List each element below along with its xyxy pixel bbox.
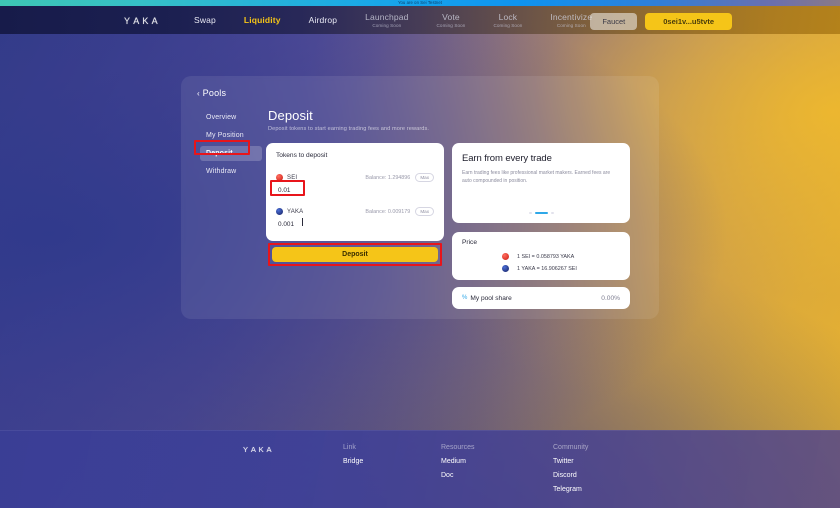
- footer-heading-resources: Resources: [441, 444, 475, 451]
- logo-letter-4: A: [151, 16, 160, 26]
- nav-label-vote: Vote: [442, 12, 460, 22]
- price-row-sei: 1 SEI = 0.058793 YAKA: [502, 253, 574, 260]
- announcement-text: You are on Sei Testnet: [397, 0, 443, 5]
- amount-input-yaka[interactable]: [278, 221, 348, 228]
- top-navigation-bar: Y A K A Swap Liquidity Airdrop Launchpad…: [0, 6, 840, 34]
- footer-logo-letter-2: A: [250, 445, 258, 454]
- nav-label-launchpad: Launchpad: [365, 12, 409, 22]
- token-row-sei: SEI Balance: 1.294896 Max: [276, 173, 434, 182]
- sei-token-icon-price: [502, 253, 509, 260]
- announcement-banner: You are on Sei Testnet: [0, 0, 840, 6]
- sidebar-item-overview[interactable]: Overview: [200, 110, 262, 125]
- page-title: Deposit: [268, 108, 313, 123]
- nav-sub-incentivize: Coming Soon: [556, 23, 586, 28]
- nav-item-airdrop[interactable]: Airdrop: [295, 6, 351, 34]
- yaka-token-icon-price: [502, 265, 509, 272]
- chevron-left-icon: ‹: [197, 88, 200, 98]
- balance-yaka: Balance: 0.009179: [365, 208, 411, 215]
- price-card-title: Price: [462, 239, 478, 246]
- my-pool-share-value: 0.00%: [601, 294, 620, 302]
- page-subtitle: Deposit tokens to start earning trading …: [268, 126, 430, 132]
- nav-item-swap[interactable]: Swap: [180, 6, 230, 34]
- footer-link-doc[interactable]: Doc: [441, 472, 474, 479]
- breadcrumb-pools[interactable]: ‹ Pools: [197, 88, 226, 98]
- deposit-submit-button[interactable]: Deposit: [272, 247, 438, 262]
- tokens-to-deposit-card: Tokens to deposit SEI Balance: 1.294896 …: [266, 143, 444, 241]
- text-cursor: [302, 218, 303, 226]
- brand-logo[interactable]: Y A K A: [124, 16, 160, 26]
- price-text-sei: 1 SEI = 0.058793 YAKA: [517, 253, 575, 260]
- tokens-to-deposit-title: Tokens to deposit: [276, 152, 328, 159]
- footer-logo: Y A K A: [243, 445, 273, 455]
- earn-info-card: Earn from every trade Earn trading fees …: [452, 143, 630, 223]
- sei-token-icon: [276, 174, 283, 181]
- sidebar-item-my-position[interactable]: My Position: [200, 128, 262, 143]
- logo-letter-1: Y: [124, 16, 133, 26]
- nav-sub-launchpad: Coming Soon: [372, 23, 402, 28]
- nav-sub-lock: Coming Soon: [493, 23, 523, 28]
- my-pool-share-label: My pool share: [470, 294, 512, 302]
- my-pool-share-card: % My pool share 0.00%: [452, 287, 630, 309]
- footer-link-telegram[interactable]: Telegram: [553, 486, 588, 493]
- price-row-yaka: 1 YAKA = 16.906267 SEI: [502, 265, 577, 272]
- nav-item-vote[interactable]: Vote Coming Soon: [423, 6, 480, 34]
- footer-link-discord[interactable]: Discord: [553, 472, 588, 479]
- carousel-dot-2[interactable]: [550, 212, 554, 214]
- footer-link-bridge[interactable]: Bridge: [343, 458, 363, 465]
- token-row-yaka: YAKA Balance: 0.009179 Max: [276, 207, 434, 216]
- footer-logo-letter-4: A: [266, 445, 274, 454]
- header-actions: Faucet 0sei1v...u5tvte: [590, 13, 732, 30]
- nav-item-lock[interactable]: Lock Coming Soon: [479, 6, 536, 34]
- token-symbol-sei: SEI: [287, 174, 298, 181]
- breadcrumb-label: Pools: [202, 88, 227, 98]
- footer-link-twitter[interactable]: Twitter: [553, 458, 588, 465]
- yaka-token-icon: [276, 208, 283, 215]
- nav-label-incentivize: Incentivize: [550, 12, 593, 22]
- main-nav: Swap Liquidity Airdrop Launchpad Coming …: [180, 6, 606, 34]
- token-row-sei-right: Balance: 1.294896 Max: [365, 173, 434, 182]
- carousel-dot-0[interactable]: [528, 212, 532, 214]
- wallet-address-button[interactable]: 0sei1v...u5tvte: [645, 13, 732, 30]
- footer-column-community: Community Twitter Discord Telegram: [553, 444, 588, 500]
- nav-label-liquidity: Liquidity: [243, 15, 281, 25]
- percent-icon: %: [462, 295, 468, 301]
- amount-input-sei[interactable]: [278, 187, 348, 194]
- nav-label-lock: Lock: [498, 12, 518, 22]
- page-footer: [0, 430, 840, 508]
- balance-sei: Balance: 1.294896: [365, 174, 411, 181]
- footer-heading-link: Link: [343, 444, 356, 451]
- max-button-yaka[interactable]: Max: [415, 207, 434, 216]
- token-symbol-yaka: YAKA: [287, 208, 304, 215]
- logo-letter-3: K: [142, 16, 151, 26]
- footer-logo-letter-1: Y: [243, 445, 250, 454]
- sidebar-item-withdraw[interactable]: Withdraw: [200, 164, 262, 179]
- token-row-yaka-right: Balance: 0.009179 Max: [365, 207, 434, 216]
- carousel-indicators[interactable]: [452, 212, 630, 214]
- sidebar-item-deposit[interactable]: Deposit: [200, 146, 262, 161]
- faucet-button[interactable]: Faucet: [590, 13, 638, 30]
- nav-label-swap: Swap: [194, 15, 216, 25]
- nav-label-airdrop: Airdrop: [308, 15, 338, 25]
- earn-card-title: Earn from every trade: [462, 153, 552, 164]
- max-button-sei[interactable]: Max: [415, 173, 434, 182]
- footer-link-medium[interactable]: Medium: [441, 458, 474, 465]
- footer-heading-community: Community: [553, 444, 589, 451]
- nav-item-liquidity[interactable]: Liquidity: [230, 6, 295, 34]
- nav-item-launchpad[interactable]: Launchpad Coming Soon: [351, 6, 422, 34]
- pool-sidebar: Overview My Position Deposit Withdraw: [200, 110, 262, 182]
- price-text-yaka: 1 YAKA = 16.906267 SEI: [517, 265, 577, 272]
- carousel-dot-1[interactable]: [534, 212, 548, 214]
- earn-card-description: Earn trading fees like professional mark…: [462, 170, 611, 184]
- footer-column-link: Link Bridge: [343, 444, 363, 472]
- price-card: Price 1 SEI = 0.058793 YAKA 1 YAKA = 16.…: [452, 232, 630, 280]
- logo-letter-2: A: [133, 16, 142, 26]
- nav-sub-vote: Coming Soon: [436, 23, 466, 28]
- footer-logo-letter-3: K: [258, 445, 266, 454]
- footer-column-resources: Resources Medium Doc: [441, 444, 474, 486]
